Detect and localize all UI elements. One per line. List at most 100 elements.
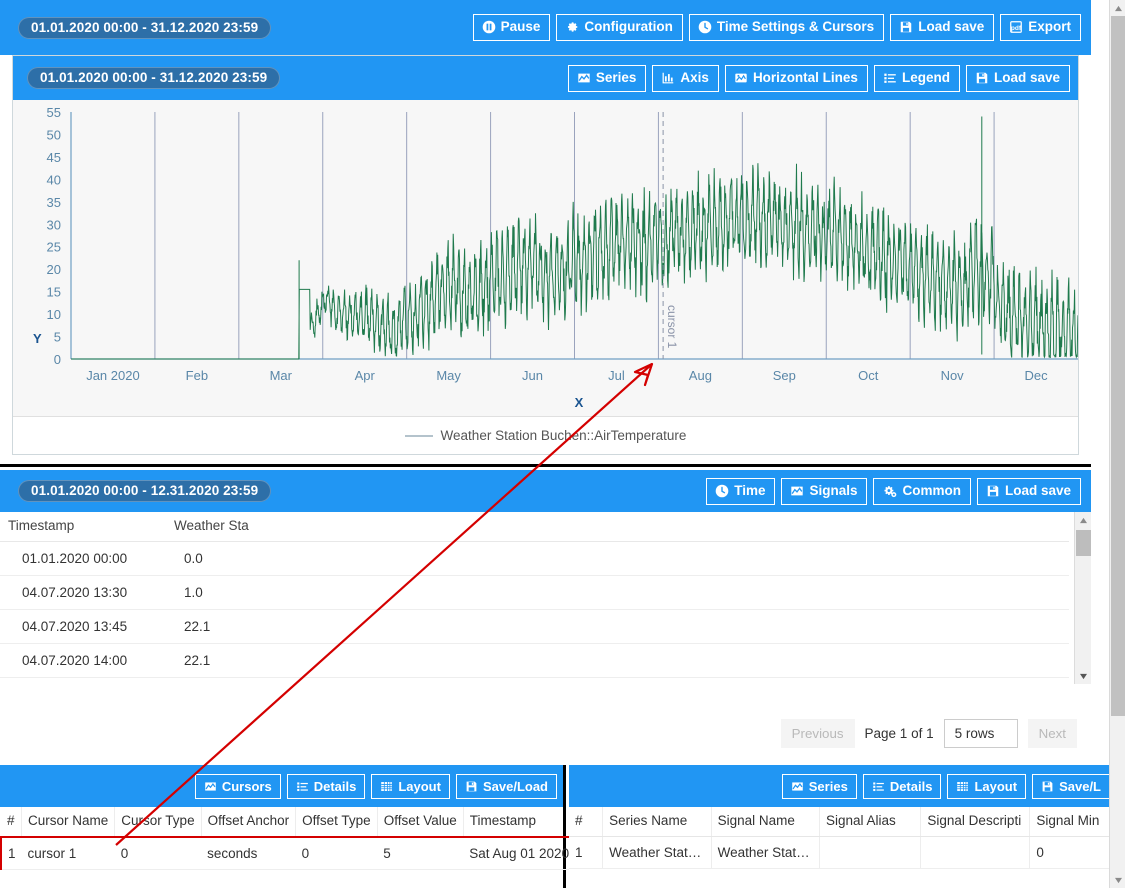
table-row[interactable]: 04.07.2020 14:00 22.1 (0, 643, 1069, 678)
table-load-save-button[interactable]: Load save (976, 477, 1081, 505)
x-tick-label: Dec (1024, 368, 1048, 383)
data-table-scrollbar[interactable] (1074, 512, 1091, 684)
common-button[interactable]: Common (873, 477, 971, 505)
cursor-column-header-4[interactable]: Offset Type (295, 807, 378, 838)
cell-timestamp: 01.01.2020 00:00 (0, 541, 152, 576)
series-panel-series-button[interactable]: Series (781, 773, 857, 799)
next-page-button[interactable]: Next (1027, 719, 1077, 748)
axis-button[interactable]: Axis (652, 64, 719, 92)
cursor-column-header-5[interactable]: Offset Value (377, 807, 464, 838)
table-row[interactable]: 04.07.2020 13:45 22.1 (0, 609, 1069, 644)
horizontal-lines-button[interactable]: Horizontal Lines (724, 64, 868, 92)
series-save-load-button[interactable]: Save/L (1032, 773, 1110, 799)
cursor-label: cursor 1 (665, 305, 679, 349)
column-header-weather-station[interactable]: Weather Sta (152, 512, 352, 542)
load-save-button[interactable]: Load save (890, 14, 995, 41)
page-scroll-up-arrow-icon[interactable] (1110, 0, 1125, 16)
legend-button[interactable]: Legend (873, 64, 960, 92)
cursors-grid-header-row: # Cursor Name Cursor Type Offset Anchor Offs… (1, 807, 591, 838)
x-tick-label: Oct (858, 368, 879, 383)
cursor-column-header-3[interactable]: Offset Anchor (201, 807, 297, 838)
load-save-button-label: Load save (918, 19, 985, 35)
y-tick-label: 50 (47, 127, 61, 142)
series-toolbar-buttons: Series Details Layout Save/L (781, 773, 1110, 799)
y-tick-label: 45 (47, 150, 61, 165)
x-tick-label: Apr (355, 368, 376, 383)
y-tick-label: 55 (47, 105, 61, 120)
column-header-timestamp[interactable]: Timestamp (0, 512, 152, 542)
data-table-header-row: Timestamp Weather Sta (0, 512, 1069, 542)
data-table: Timestamp Weather Sta 01.01.2020 00:00 0.… (0, 512, 1069, 684)
layout-icon (956, 780, 969, 793)
series-layout-button[interactable]: Layout (947, 773, 1027, 799)
series-column-header-3[interactable]: Signal Alias (819, 807, 922, 837)
cursor-cell-5: 5 (377, 836, 464, 870)
cursors-save-load-button[interactable]: Save/Load (455, 773, 557, 799)
cursor-column-header-0[interactable]: # (1, 807, 23, 838)
outer-time-range-badge[interactable]: 01.01.2020 00:00 - 31.12.2020 23:59 (18, 16, 272, 39)
series-icon (791, 780, 804, 793)
series-column-header-2[interactable]: Signal Name (711, 807, 821, 837)
page-scrollbar[interactable] (1109, 0, 1125, 888)
save-icon (465, 780, 478, 793)
cursor-cell-4: 0 (295, 836, 378, 870)
series-column-header-4[interactable]: Signal Descripti (920, 807, 1031, 837)
series-details-button[interactable]: Details (862, 773, 942, 799)
signals-button[interactable]: Signals (781, 477, 868, 505)
clock-icon (698, 20, 712, 34)
table-row[interactable]: 01.01.2020 00:00 0.0 (0, 541, 1069, 576)
scroll-up-arrow-icon[interactable] (1075, 512, 1092, 528)
pause-button[interactable]: Pause (472, 14, 551, 41)
table-row[interactable]: 04.07.2020 13:30 1.0 (0, 575, 1069, 610)
chart-plot-area[interactable]: 0 5 10 15 20 25 30 35 40 45 50 55 Jan 2020 Feb Mar Apr… (13, 100, 1078, 416)
configuration-button[interactable]: Configuration (556, 14, 683, 41)
legend-icon (883, 71, 897, 85)
scroll-down-arrow-icon[interactable] (1075, 668, 1092, 684)
page-scroll-down-arrow-icon[interactable] (1110, 872, 1125, 888)
cursor-column-header-1[interactable]: Cursor Name (21, 807, 116, 838)
x-tick-label: Feb (186, 368, 208, 383)
series-save-load-button-label: Save/L (1059, 778, 1101, 794)
x-tick-label: Mar (270, 368, 293, 383)
chart-load-save-button[interactable]: Load save (965, 64, 1070, 92)
table-row[interactable]: 04.07.2020 14:1522.1 (0, 677, 1069, 684)
layout-icon (380, 780, 393, 793)
rows-per-page-select[interactable]: 5 rows (943, 719, 1018, 748)
export-button[interactable]: pdf Export (1000, 14, 1081, 41)
save-icon (975, 71, 989, 85)
series-row[interactable]: 1 Weather Stat… Weather Stat… 0 (569, 836, 1116, 869)
y-tick-label: 20 (47, 262, 61, 277)
details-icon (296, 780, 309, 793)
cursor-column-header-2[interactable]: Cursor Type (114, 807, 202, 838)
chart-time-range-badge[interactable]: 01.01.2020 00:00 - 31.12.2020 23:59 (27, 67, 281, 89)
outer-toolbar: 01.01.2020 00:00 - 31.12.2020 23:59 Paus… (0, 0, 1091, 55)
time-settings-cursors-button-label: Time Settings & Cursors (716, 19, 875, 35)
legend-button-label: Legend (901, 69, 950, 85)
time-settings-cursors-button[interactable]: Time Settings & Cursors (688, 14, 885, 41)
cursors-details-button[interactable]: Details (286, 773, 366, 799)
pause-button-label: Pause (500, 19, 541, 35)
series-column-header-0[interactable]: # (569, 807, 604, 837)
cursors-layout-button[interactable]: Layout (371, 773, 450, 799)
cursor-cell-2: 0 (114, 836, 202, 870)
series-button-label: Series (595, 69, 637, 85)
axis-icon (661, 71, 675, 85)
save-icon (899, 20, 913, 34)
table-time-range-badge[interactable]: 01.01.2020 00:00 - 12.31.2020 23:59 (18, 480, 272, 502)
outer-toolbar-buttons: Pause Configuration Time Settings & Curs… (472, 14, 1081, 41)
page-scrollbar-thumb[interactable] (1111, 16, 1125, 716)
time-button[interactable]: Time (706, 477, 776, 505)
cursor-row[interactable]: 1 cursor 1 0 seconds 0 5 Sat Aug 01 2020… (0, 836, 591, 870)
data-table-body: 01.01.2020 00:00 0.0 04.07.2020 13:30 1.0 04… (0, 541, 1069, 684)
series-button[interactable]: Series (567, 64, 647, 92)
series-column-header-5[interactable]: Signal Min (1029, 807, 1116, 837)
column-header-filler (352, 512, 1069, 542)
scrollbar-thumb[interactable] (1076, 530, 1091, 556)
cell-value: 22.1 (152, 609, 352, 644)
app-page: 01.01.2020 00:00 - 31.12.2020 23:59 Paus… (0, 0, 1125, 888)
series-layout-button-label: Layout (974, 778, 1018, 794)
cell-filler (352, 575, 1069, 610)
previous-page-button[interactable]: Previous (780, 719, 855, 748)
cursors-button[interactable]: Cursors (194, 773, 281, 799)
series-column-header-1[interactable]: Series Name (602, 807, 712, 837)
